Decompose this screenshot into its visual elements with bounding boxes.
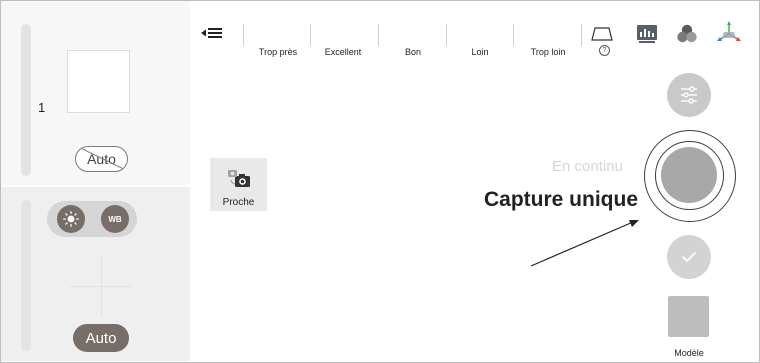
axes-icon[interactable]	[715, 20, 743, 46]
help-icon[interactable]: ?	[599, 45, 610, 56]
model-thumbnail[interactable]	[668, 296, 709, 337]
exposure-wb-toggle: WB	[47, 201, 137, 237]
auto-button[interactable]: Auto	[73, 324, 129, 352]
sliders-icon	[681, 86, 697, 104]
proche-button[interactable]: Proche	[210, 158, 267, 211]
color-channels-icon[interactable]	[676, 24, 698, 44]
toolbar-divider	[446, 24, 447, 46]
shutter-core	[661, 147, 717, 203]
confirm-button[interactable]	[667, 235, 711, 279]
distance-trop-loin[interactable]: Trop loin	[523, 47, 573, 57]
distance-bon[interactable]: Bon	[388, 47, 438, 57]
toolbar-divider	[243, 24, 244, 46]
toolbar-divider	[513, 24, 514, 46]
sun-icon	[63, 211, 79, 227]
shutter-button[interactable]	[644, 130, 736, 222]
thumbnail-preview[interactable]	[67, 50, 130, 113]
count-label: 1	[38, 100, 46, 115]
distance-trop-pres[interactable]: Trop près	[253, 47, 303, 57]
vertical-slider-top[interactable]	[21, 24, 31, 176]
brightness-button[interactable]	[57, 205, 85, 233]
proche-label: Proche	[222, 197, 255, 208]
frame-icon[interactable]	[591, 26, 613, 42]
toolbar-divider	[581, 24, 582, 46]
camera-switch-icon	[228, 170, 250, 187]
menu-icon[interactable]	[201, 26, 223, 40]
checkmark-icon	[682, 252, 696, 262]
model-label: Modèle	[674, 348, 704, 358]
auto-toggle-disabled[interactable]: Auto	[75, 146, 128, 172]
mode-continuous-label[interactable]: En continu	[552, 158, 623, 175]
settings-button[interactable]	[667, 73, 711, 117]
vertical-slider-bottom[interactable]	[21, 200, 31, 351]
single-capture-label: Capture unique	[484, 188, 639, 211]
histogram-icon[interactable]	[636, 24, 658, 44]
distance-excellent[interactable]: Excellent	[318, 47, 368, 57]
crosshair-vertical	[101, 256, 102, 316]
white-balance-button[interactable]: WB	[101, 205, 129, 233]
toolbar-divider	[310, 24, 311, 46]
strike-line	[76, 147, 127, 171]
distance-loin[interactable]: Loin	[455, 47, 505, 57]
shutter-ring	[655, 141, 724, 210]
toolbar-divider	[378, 24, 379, 46]
